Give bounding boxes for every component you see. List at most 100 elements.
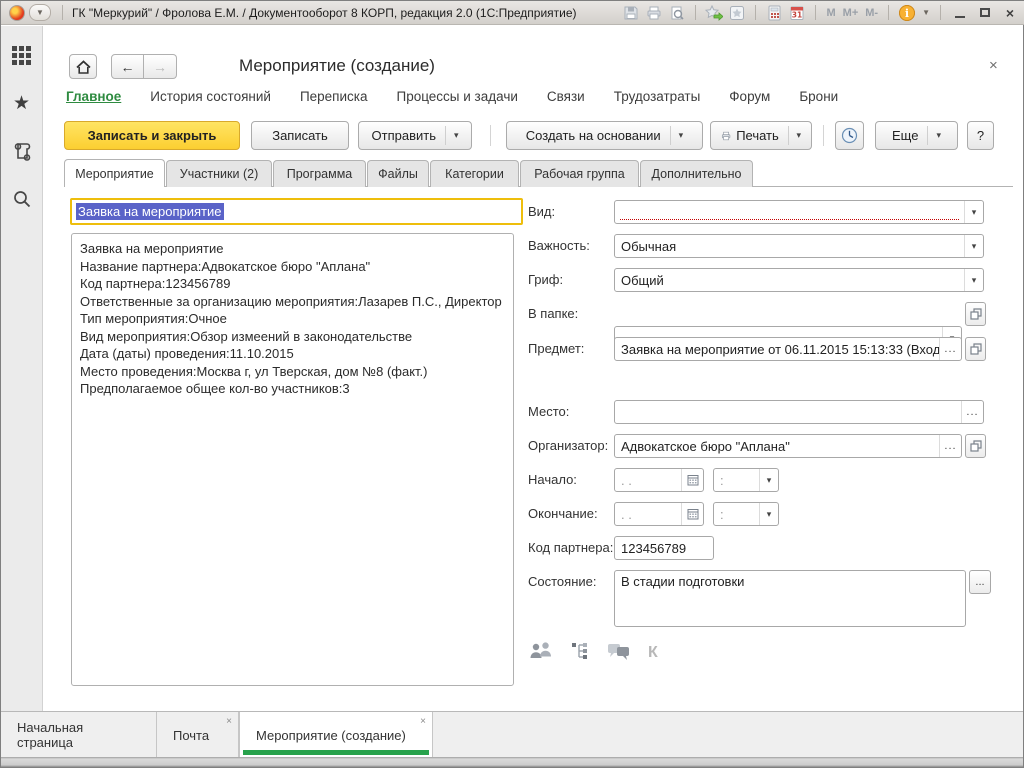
dropdown-icon[interactable]: ▾ bbox=[964, 201, 983, 223]
place-select-button[interactable]: ... bbox=[961, 401, 983, 423]
tab-program[interactable]: Программа bbox=[273, 160, 366, 187]
subject-field[interactable]: Заявка на мероприятие от 06.11.2015 15:1… bbox=[614, 337, 962, 361]
subject-open-button[interactable] bbox=[965, 337, 986, 361]
tab-participants[interactable]: Участники (2) bbox=[166, 160, 272, 187]
importance-combobox[interactable]: Обычная▾ bbox=[614, 234, 984, 258]
navlink-main[interactable]: Главное bbox=[66, 89, 121, 104]
menu-grid-icon[interactable] bbox=[9, 42, 35, 68]
subject-select-button[interactable]: ... bbox=[939, 338, 961, 360]
field-label-subject: Предмет: bbox=[528, 337, 584, 361]
home-button[interactable] bbox=[69, 54, 97, 79]
field-label-importance: Важность: bbox=[528, 234, 590, 258]
organizer-select-button[interactable]: ... bbox=[939, 435, 961, 457]
organizer-field[interactable]: Адвокатское бюро "Аплана" ... bbox=[614, 434, 962, 458]
calculator-icon[interactable] bbox=[764, 4, 784, 22]
tab-additional[interactable]: Дополнительно bbox=[640, 160, 753, 187]
end-date-field[interactable]: . . bbox=[614, 502, 704, 526]
program-structure-icon[interactable] bbox=[570, 641, 590, 664]
start-time-combobox[interactable]: :▾ bbox=[713, 468, 779, 492]
end-time-combobox[interactable]: :▾ bbox=[713, 502, 779, 526]
participants-icon[interactable] bbox=[528, 641, 554, 664]
info-dropdown-icon[interactable]: ▼ bbox=[920, 8, 932, 17]
tab-close-icon[interactable]: × bbox=[226, 717, 232, 727]
help-button[interactable]: ? bbox=[967, 121, 994, 150]
start-date-field[interactable]: . . bbox=[614, 468, 704, 492]
calendar-picker-icon bbox=[687, 508, 699, 520]
back-button[interactable]: ← bbox=[111, 54, 144, 79]
1c-logo-icon bbox=[9, 5, 25, 21]
save-icon[interactable] bbox=[621, 4, 641, 22]
application-window: ▼ ГК "Меркурий" / Фролова Е.М. / Докумен… bbox=[0, 0, 1024, 768]
info-icon[interactable]: i bbox=[897, 4, 917, 22]
navlink-processes-tasks[interactable]: Процессы и задачи bbox=[396, 89, 517, 104]
form-close-icon[interactable]: × bbox=[989, 57, 998, 74]
dropdown-icon: ▾ bbox=[936, 130, 941, 141]
field-label-end: Окончание: bbox=[528, 502, 598, 526]
partner-code-field[interactable]: 123456789 bbox=[614, 536, 714, 560]
dropdown-icon[interactable]: ▾ bbox=[759, 503, 778, 525]
kind-combobox[interactable]: ▾ bbox=[614, 200, 984, 224]
save-button[interactable]: Записать bbox=[251, 121, 349, 150]
field-label-state: Состояние: bbox=[528, 570, 596, 594]
favorites-star-icon[interactable]: ★ bbox=[9, 90, 35, 116]
bottom-tab-home[interactable]: Начальная страница bbox=[1, 712, 157, 758]
tab-event[interactable]: Мероприятие bbox=[64, 159, 165, 187]
printer-icon bbox=[721, 129, 731, 143]
field-label-start: Начало: bbox=[528, 468, 577, 492]
page-title: Мероприятие (создание) bbox=[239, 56, 435, 76]
organizer-open-button[interactable] bbox=[965, 434, 986, 458]
navlink-correspondence[interactable]: Переписка bbox=[300, 89, 368, 104]
save-and-close-button[interactable]: Записать и закрыть bbox=[64, 121, 240, 150]
print-preview-icon[interactable] bbox=[667, 4, 687, 22]
event-name-input[interactable]: Заявка на мероприятие bbox=[70, 198, 523, 225]
field-label-partner-code: Код партнера: bbox=[528, 536, 613, 560]
open-icon bbox=[970, 308, 982, 320]
print-button[interactable]: Печать▾ bbox=[710, 121, 812, 150]
dropdown-icon[interactable]: ▾ bbox=[759, 469, 778, 491]
field-label-folder: В папке: bbox=[528, 302, 578, 326]
memory-m-plus-button[interactable]: M+ bbox=[841, 7, 861, 19]
end-date-calendar-button[interactable] bbox=[681, 503, 703, 525]
minimize-button[interactable] bbox=[949, 4, 971, 22]
system-menu-button[interactable]: ▼ bbox=[29, 4, 51, 21]
create-based-on-button[interactable]: Создать на основании▾ bbox=[506, 121, 703, 150]
classification-combobox[interactable]: Общий▾ bbox=[614, 268, 984, 292]
tab-close-icon[interactable]: × bbox=[420, 717, 426, 727]
memory-m-button[interactable]: M bbox=[824, 7, 837, 19]
k-letter-icon[interactable]: К bbox=[648, 644, 658, 662]
memory-m-minus-button[interactable]: M- bbox=[863, 7, 880, 19]
forward-button[interactable]: → bbox=[144, 54, 177, 79]
navlink-links[interactable]: Связи bbox=[547, 89, 585, 104]
event-description-textarea[interactable]: Заявка на мероприятие Название партнера:… bbox=[71, 233, 514, 686]
more-button[interactable]: Еще▾ bbox=[875, 121, 958, 150]
svg-text:31: 31 bbox=[792, 10, 802, 19]
start-date-calendar-button[interactable] bbox=[681, 469, 703, 491]
state-field[interactable]: В стадии подготовки bbox=[614, 570, 966, 627]
state-select-button[interactable]: ... bbox=[969, 570, 991, 594]
search-icon[interactable] bbox=[9, 186, 35, 212]
place-field[interactable]: ... bbox=[614, 400, 984, 424]
favorites-icon[interactable] bbox=[727, 4, 747, 22]
forum-chat-icon[interactable] bbox=[606, 641, 632, 664]
close-button[interactable]: × bbox=[999, 4, 1021, 22]
calendar-icon[interactable]: 31 bbox=[787, 4, 807, 22]
tab-files[interactable]: Файлы bbox=[367, 160, 429, 187]
bottom-tab-mail[interactable]: Почта × bbox=[157, 712, 239, 758]
dropdown-icon[interactable]: ▾ bbox=[964, 235, 983, 257]
folder-open-button[interactable] bbox=[965, 302, 986, 326]
navlink-state-history[interactable]: История состояний bbox=[150, 89, 271, 104]
maximize-button[interactable] bbox=[974, 4, 996, 22]
history-icon[interactable] bbox=[9, 138, 35, 164]
navlink-forum[interactable]: Форум bbox=[729, 89, 770, 104]
bottom-tab-event[interactable]: Мероприятие (создание) × bbox=[239, 712, 433, 758]
tab-working-group[interactable]: Рабочая группа bbox=[520, 160, 639, 187]
tab-categories[interactable]: Категории bbox=[430, 160, 519, 187]
add-to-favorites-icon[interactable] bbox=[704, 4, 724, 22]
toolbar-divider bbox=[823, 125, 824, 146]
send-button[interactable]: Отправить▾ bbox=[358, 121, 472, 150]
dropdown-icon[interactable]: ▾ bbox=[964, 269, 983, 291]
reminder-clock-button[interactable] bbox=[835, 121, 864, 150]
navlink-bookings[interactable]: Брони bbox=[799, 89, 838, 104]
navlink-labor-costs[interactable]: Трудозатраты bbox=[614, 89, 701, 104]
print-icon[interactable] bbox=[644, 4, 664, 22]
